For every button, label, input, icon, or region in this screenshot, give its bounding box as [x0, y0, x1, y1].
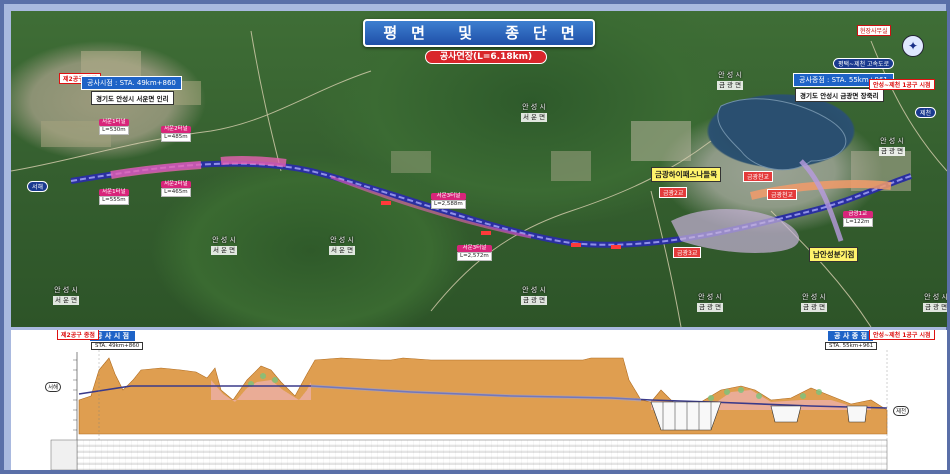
tunnel-tag: 서운2터널 L=465m	[161, 181, 191, 197]
direction-left-tag: 서해	[27, 181, 49, 192]
town-label: 안 성 시금 광 면	[879, 137, 906, 156]
compass-icon: ✦	[902, 35, 924, 57]
town-label: 안 성 시금 광 면	[521, 286, 548, 305]
lake	[717, 98, 847, 171]
page-title: 평면 및 종단면도	[363, 19, 595, 66]
tunnel-tag: 서운2터널 L=485m	[161, 126, 191, 142]
profile-left-direction: 서해	[45, 382, 62, 392]
site-office-tag: 현장사무실	[857, 25, 891, 36]
town-label: 안 성 시금 광 면	[697, 293, 724, 312]
town-label: 안 성 시서 운 면	[211, 236, 238, 255]
ground-tint	[211, 380, 311, 402]
profile-view: 공 사 시 점 공 사 종 점 STA. 49km+860 STA. 55km+…	[11, 330, 947, 470]
town-label: 안 성 시서 운 면	[53, 286, 80, 305]
bridge-label: 금광3교	[673, 247, 702, 258]
table-header-column	[50, 439, 78, 470]
tunnel-tag: 서운1터널 L=530m	[99, 119, 129, 135]
profile-end-side-tag: 안성~제천 1공구 시점	[869, 330, 935, 340]
profile-start-sta: STA. 49km+860	[91, 342, 144, 350]
tunnel-segment-1	[110, 161, 202, 179]
end-section-tag: 안성~제천 1공구 시점	[869, 79, 935, 90]
town-label: 안 성 시금 광 면	[717, 71, 744, 90]
profile-end-sta: STA. 55km+961	[825, 342, 878, 350]
start-sta-label: 공사시점 : STA. 49km+860	[81, 76, 182, 90]
bridge-label: 금광2교	[659, 187, 688, 198]
profile-start-side-tag: 제2공구 종점	[57, 330, 99, 340]
town-label: 안 성 시금 광 면	[801, 293, 828, 312]
bridge-label: 금광천교	[743, 171, 774, 182]
rest-area-label: 금광하이패스나들목	[651, 167, 722, 182]
profile-end-tag: 공 사 종 점	[827, 330, 875, 342]
end-address: 경기도 안성시 금광면 장죽리	[795, 88, 884, 102]
bridge-label: 금광천교	[767, 189, 798, 200]
profile-svg	[50, 350, 888, 470]
profile-right-direction: 제천	[893, 406, 910, 416]
direction-right-tag: 제천	[915, 107, 937, 118]
tunnel-tag: 금광1교 L=122m	[843, 211, 873, 227]
profile-data-table	[76, 439, 888, 470]
town-label: 안 성 시금 광 면	[923, 293, 947, 312]
elevation-ticks	[73, 359, 77, 431]
tunnel-tag: 서운3터널 L=2,588m	[431, 193, 466, 209]
map-frame: 평면 및 종단면도 공사연장(L=6.18km) 제2공구 종점 공사시점 : …	[0, 0, 950, 474]
construction-length: 공사연장(L=6.18km)	[425, 50, 547, 64]
town-label: 안 성 시서 운 면	[329, 236, 356, 255]
town-label: 안 성 시서 운 면	[521, 103, 548, 122]
plan-view-map: 평면 및 종단면도 공사연장(L=6.18km) 제2공구 종점 공사시점 : …	[11, 11, 947, 327]
branch-junction-label: 남안성분기점	[809, 247, 859, 262]
highway-tag: 평택~제천 고속도로	[833, 58, 895, 69]
tunnel-tag: 서운1터널 L=555m	[99, 189, 129, 205]
tunnel-segment-2	[220, 155, 287, 167]
start-address: 경기도 안성시 서운면 인리	[91, 91, 174, 105]
tunnel-tag: 서운3터널 L=2,572m	[457, 245, 492, 261]
